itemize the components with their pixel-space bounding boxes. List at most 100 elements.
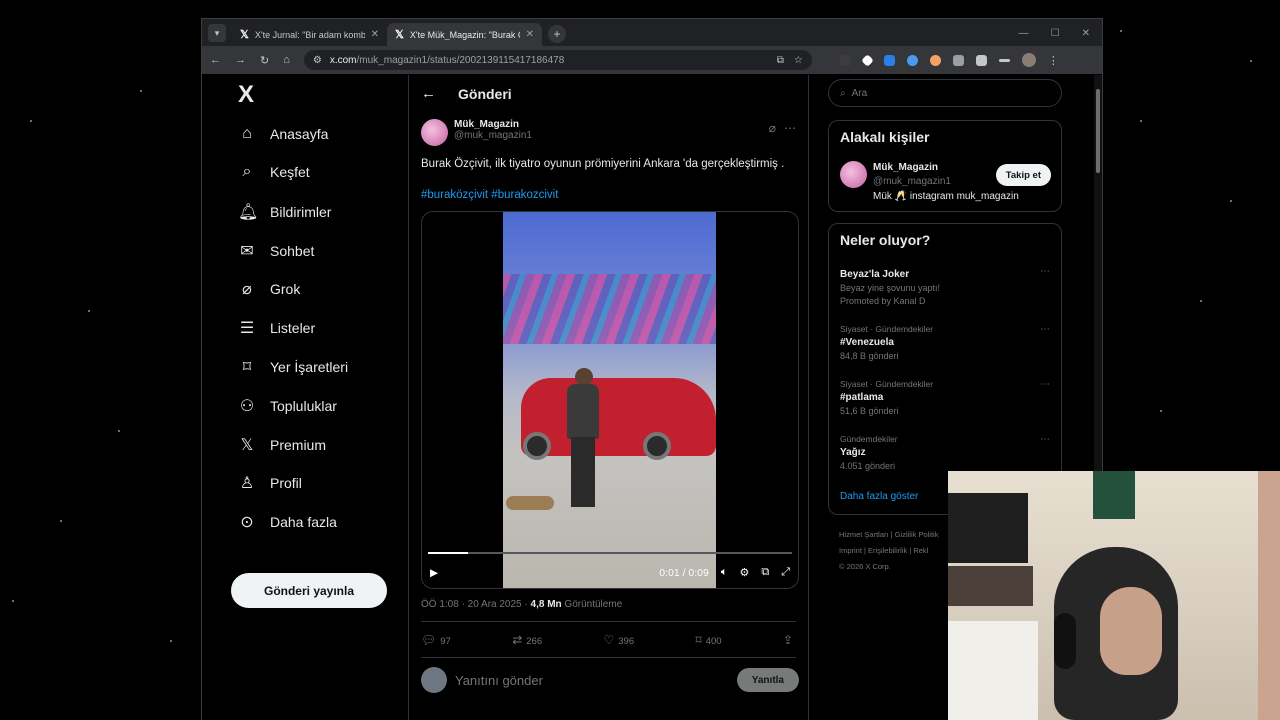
follow-button[interactable]: Takip et: [995, 164, 1051, 186]
actor-legs: [571, 437, 595, 507]
nav-item-notifications[interactable]: 🔔︎ Bildirimler: [238, 202, 331, 222]
author-name[interactable]: Mük_Magazin: [454, 119, 532, 130]
new-tab-button[interactable]: +: [548, 25, 566, 43]
nav-item-home[interactable]: ⌂ Anasayfa: [238, 125, 328, 143]
card-title: Alakalı kişiler: [840, 129, 930, 145]
site-info-icon[interactable]: ⚙: [313, 55, 322, 66]
post-timestamp[interactable]: ÖÖ 1:08 · 20 Ara 2025 ·: [421, 599, 531, 610]
post-hashtags[interactable]: #buraközçivit #burakozcivit: [421, 189, 558, 201]
tab-title: X'te Mük_Magazin: "Burak Özç: [409, 29, 520, 40]
bookmark-button[interactable]: ⌑ 400: [695, 633, 721, 647]
extension-icon[interactable]: [861, 53, 874, 67]
trend-item[interactable]: Siyaset · Gündemdekiler #Venezuela 84,8 …: [840, 324, 1050, 361]
browser-tab-1[interactable]: 𝕏 X'te Jurnal: "Bir adam kombinie ✕: [232, 23, 387, 46]
bell-icon: 🔔︎: [238, 204, 259, 221]
media-controls-icon[interactable]: [998, 58, 1010, 62]
url-host: x.com: [329, 54, 357, 66]
video-progress-bar[interactable]: [428, 552, 792, 554]
nav-item-more[interactable]: ⊙ Daha fazla: [238, 512, 337, 532]
heart-icon: ♡: [603, 633, 615, 647]
search-input[interactable]: ⌕ Ara: [828, 79, 1062, 107]
jersey: [1093, 471, 1135, 519]
nav-item-explore[interactable]: ⌕ Keşfet: [238, 163, 310, 181]
maximize-icon[interactable]: ☐: [1051, 28, 1060, 39]
extension-icon[interactable]: [906, 54, 918, 66]
extension-icon[interactable]: [929, 54, 941, 66]
page-title: Gönderi: [458, 85, 512, 102]
trend-item[interactable]: Gündemdekiler Yağız 4.051 gönderi ⋯: [840, 434, 1050, 471]
extension-icon[interactable]: [883, 54, 895, 66]
more-options-icon[interactable]: ⋯: [1040, 379, 1050, 390]
bookmark-star-icon[interactable]: ☆: [794, 55, 803, 66]
more-options-icon[interactable]: ⋯: [784, 121, 796, 135]
mail-icon: ✉: [240, 243, 254, 260]
reply-button[interactable]: 💬︎ 97: [421, 633, 451, 647]
repost-button[interactable]: ⇄ 266: [512, 633, 542, 647]
person-face: [1100, 587, 1162, 675]
home-icon[interactable]: ⌂: [283, 54, 290, 66]
trend-context: Gündemdekiler: [840, 434, 898, 444]
car-wheel: [643, 432, 671, 460]
trend-item[interactable]: Siyaset · Gündemdekiler #patlama 51,6 B …: [840, 379, 1050, 416]
avatar[interactable]: [421, 119, 448, 146]
back-arrow-icon[interactable]: ←: [421, 85, 436, 102]
more-options-icon[interactable]: ⋯: [1040, 266, 1050, 277]
extension-icon[interactable]: [839, 54, 851, 66]
browser-menu-icon[interactable]: ⋮: [1048, 54, 1059, 67]
post-button[interactable]: Gönderi yayınla: [231, 573, 387, 608]
avatar[interactable]: [840, 161, 867, 188]
post-meta: ÖÖ 1:08 · 20 Ara 2025 · 4,8 Mn Görüntüle…: [421, 599, 622, 610]
nav-item-chat[interactable]: ✉ Sohbet: [238, 241, 314, 261]
browser-tab-2[interactable]: 𝕏 X'te Mük_Magazin: "Burak Özç ✕: [387, 23, 542, 46]
minimize-icon[interactable]: —: [1019, 28, 1029, 39]
nav-label: Profil: [270, 475, 302, 491]
nav-item-communities[interactable]: ⚇ Topluluklar: [238, 396, 337, 416]
close-tab-icon[interactable]: ✕: [526, 29, 534, 40]
video-controls: ▶ 0:01 / 0:09 🔈︎ ⚙ ⧉ ⤢: [430, 566, 790, 579]
profile-avatar-icon[interactable]: [1021, 53, 1036, 67]
tab-search-dropdown-icon[interactable]: ▾: [208, 24, 226, 42]
person-icon: ♙: [239, 475, 255, 492]
trend-item[interactable]: Beyaz'la Joker Beyaz yine şovunu yaptı! …: [840, 266, 1050, 306]
close-tab-icon[interactable]: ✕: [371, 29, 379, 40]
post-author[interactable]: Mük_Magazin @muk_magazin1: [421, 119, 532, 146]
video-frame[interactable]: [503, 212, 716, 588]
fullscreen-icon[interactable]: ⤢: [781, 566, 790, 579]
nav-item-premium[interactable]: 𝕏 Premium: [238, 435, 326, 455]
relevant-name[interactable]: Mük_Magazin: [873, 162, 938, 173]
reload-icon[interactable]: ↻: [260, 54, 269, 67]
nav-item-bookmarks[interactable]: ⌑ Yer İşaretleri: [238, 357, 348, 377]
scrollbar-thumb[interactable]: [1096, 89, 1100, 173]
nav-item-lists[interactable]: ☰ Listeler: [238, 318, 315, 338]
forward-icon[interactable]: →: [235, 54, 246, 66]
nav-label: Listeler: [270, 320, 316, 336]
share-button[interactable]: ⇪: [783, 633, 797, 647]
avatar: [421, 667, 447, 693]
more-circle-icon: ⊙: [240, 514, 254, 531]
back-icon[interactable]: ←: [210, 54, 221, 66]
reply-composer: Yanıtını gönder Yanıtla: [421, 667, 799, 693]
video-player[interactable]: ▶ 0:01 / 0:09 🔈︎ ⚙ ⧉ ⤢: [421, 211, 799, 589]
search-icon: ⌕: [242, 163, 252, 180]
x-logo[interactable]: X: [238, 81, 254, 109]
play-icon[interactable]: ▶: [430, 567, 438, 579]
picture-in-picture-icon[interactable]: ⧉: [761, 566, 769, 579]
extension-icon[interactable]: [952, 54, 964, 66]
more-options-icon[interactable]: ⋯: [1040, 324, 1050, 335]
close-window-icon[interactable]: ✕: [1082, 28, 1090, 39]
nav-item-profile[interactable]: ♙ Profil: [238, 473, 302, 493]
reply-submit-button[interactable]: Yanıtla: [736, 668, 799, 692]
reply-input[interactable]: Yanıtını gönder: [455, 673, 729, 688]
more-options-icon[interactable]: ⋯: [1040, 434, 1050, 445]
address-bar[interactable]: ⚙ x.com/muk_magazin1/status/200213911541…: [303, 50, 812, 70]
install-app-icon[interactable]: ⧉: [777, 55, 784, 66]
extensions-puzzle-icon[interactable]: [975, 54, 987, 66]
like-button[interactable]: ♡ 396: [603, 633, 634, 647]
settings-icon[interactable]: ⚙: [739, 566, 749, 579]
grok-icon[interactable]: ⌀: [769, 121, 776, 135]
volume-icon[interactable]: 🔈︎: [721, 566, 728, 579]
show-more-link[interactable]: Daha fazla göster: [840, 491, 918, 502]
nav-label: Yer İşaretleri: [270, 359, 349, 375]
nav-item-grok[interactable]: ⌀ Grok: [238, 279, 300, 299]
graffiti-wall: [503, 274, 716, 344]
